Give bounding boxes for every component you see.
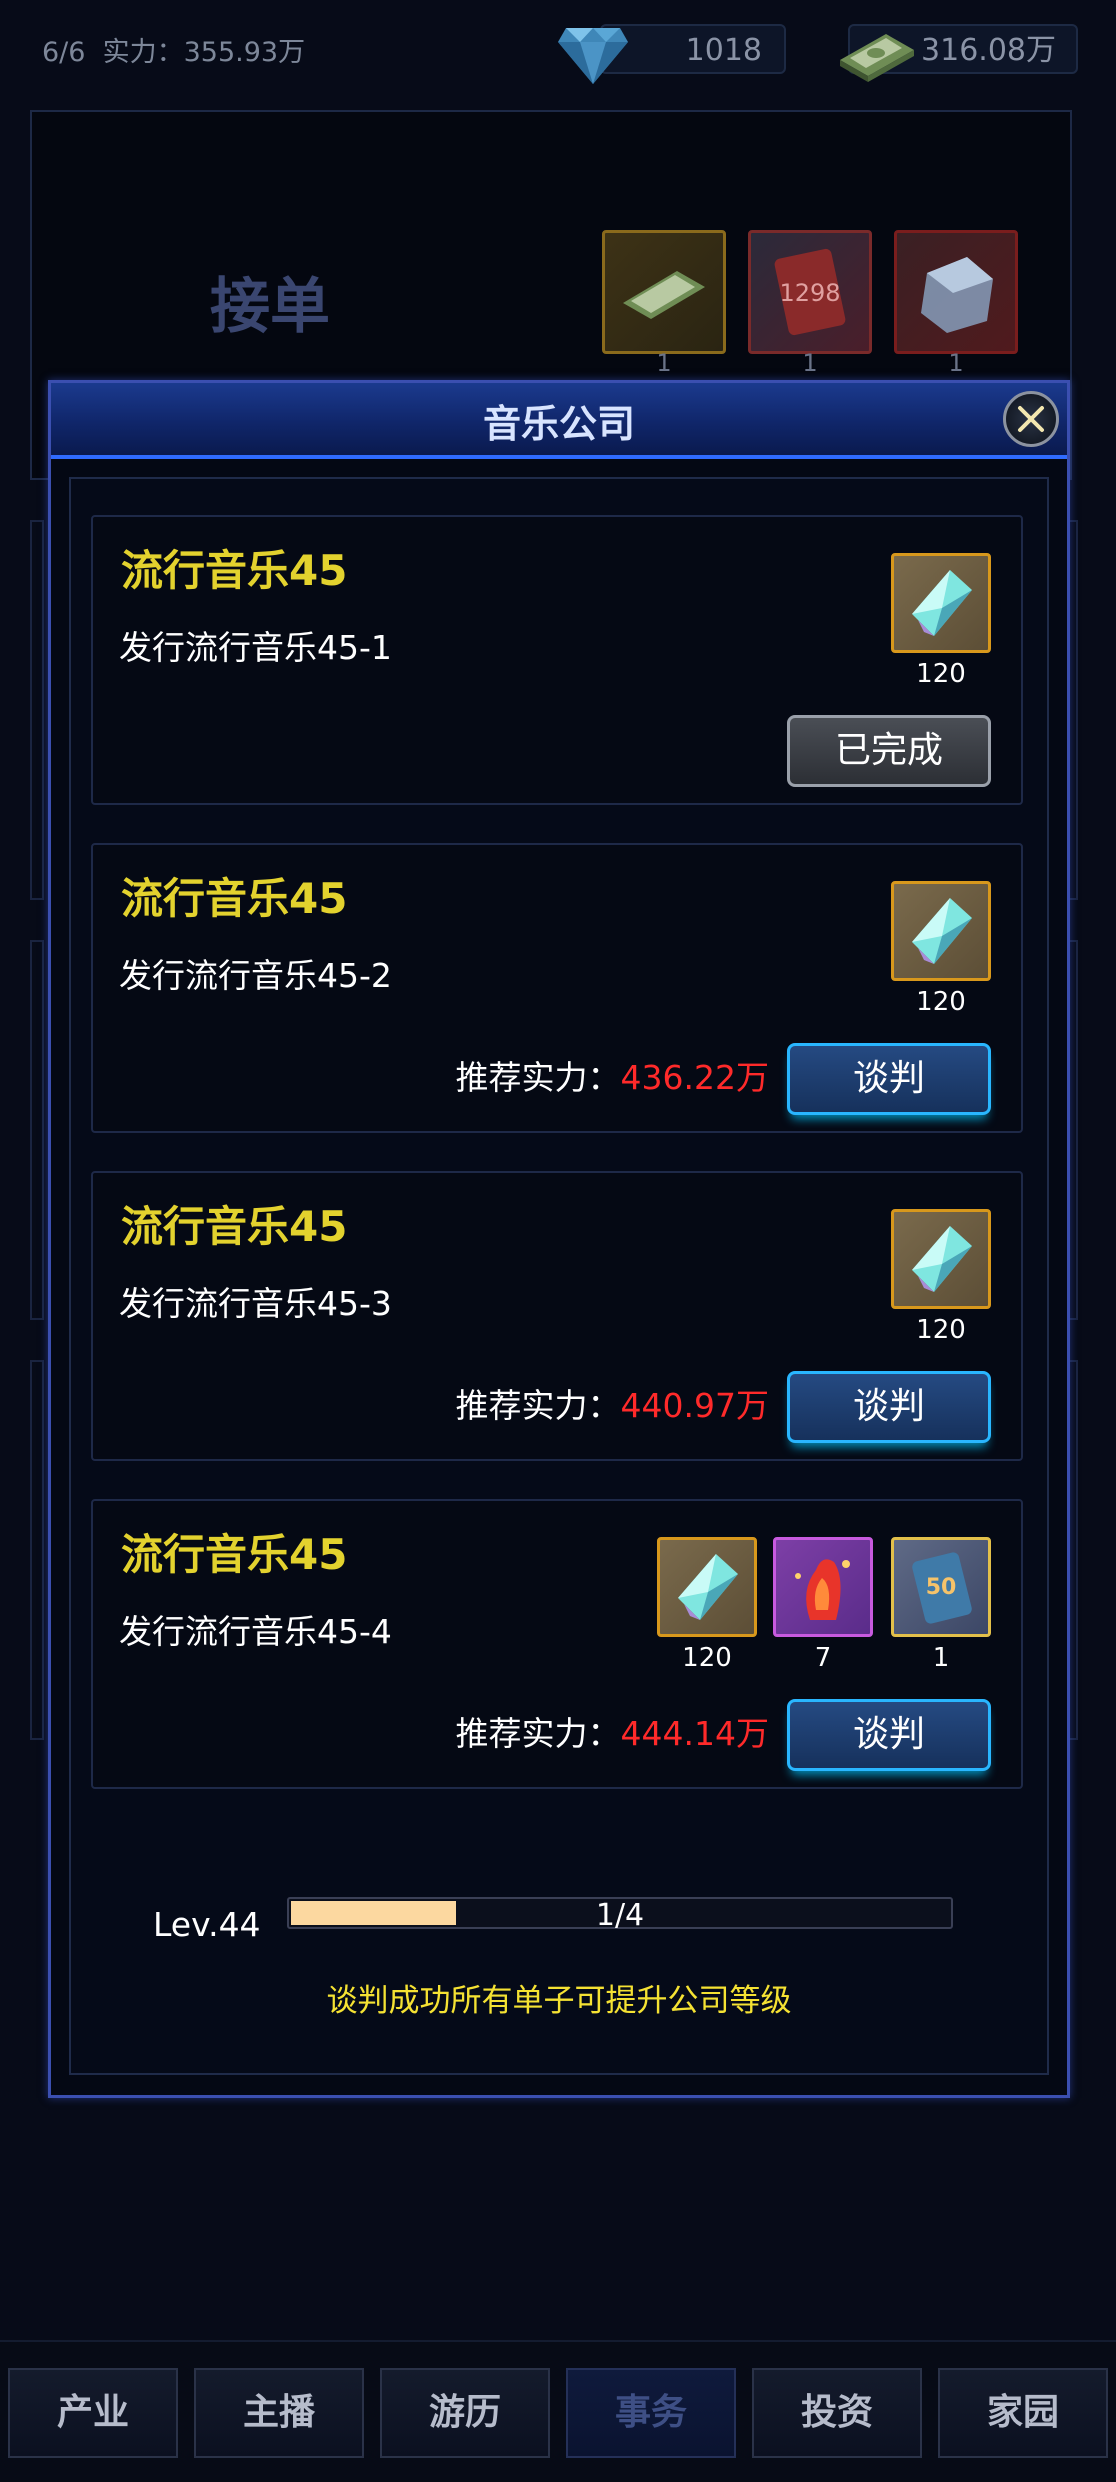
reward-count: 1 xyxy=(932,1643,950,1673)
recommend-power: 推荐实力：444.14万 xyxy=(456,1707,769,1755)
nav-invest[interactable]: 投资 xyxy=(752,2368,922,2458)
reward-count: 120 xyxy=(916,987,966,1017)
reward-count: 7 xyxy=(814,1643,832,1673)
task-card: 流行音乐45 发行流行音乐45-3 120 推荐实力：440.97万 谈判 xyxy=(91,1171,1023,1461)
recommend-label: 推荐实力： xyxy=(455,1714,621,1753)
cash-stack-icon xyxy=(623,271,705,319)
crystal-icon xyxy=(912,898,972,964)
crystal-icon xyxy=(678,1554,738,1620)
task-desc: 发行流行音乐45-1 xyxy=(119,628,392,667)
dialog-title: 音乐公司 xyxy=(482,402,635,446)
nav-streamer[interactable]: 主播 xyxy=(194,2368,364,2458)
reward-crystal[interactable] xyxy=(891,1209,991,1309)
task-list: 流行音乐45 发行流行音乐45-1 120 已完成 流行音乐45 发行流行音乐4… xyxy=(69,477,1049,2075)
recommend-power: 推荐实力：440.97万 xyxy=(456,1379,769,1427)
completed-button[interactable]: 已完成 xyxy=(787,715,991,787)
company-level: Lev.44 xyxy=(153,1905,261,1944)
recommend-value: 436.22万 xyxy=(620,1058,769,1097)
task-name: 流行音乐45 xyxy=(121,546,348,595)
nav-home[interactable]: 家园 xyxy=(938,2368,1108,2458)
bg-reward-cash: 1 xyxy=(602,230,726,377)
reward-count: 120 xyxy=(682,1643,732,1673)
task-name: 流行音乐45 xyxy=(121,874,348,923)
power-value: 355.93万 xyxy=(183,37,306,68)
bg-reward-ice: 1 xyxy=(894,230,1018,377)
task-card: 流行音乐45 发行流行音乐45-4 120 7 50 1 推荐实力：444.14… xyxy=(91,1499,1023,1789)
bg-card-edge xyxy=(30,940,44,1320)
cash-stack-icon xyxy=(840,34,914,82)
power-stat: 6/6 实力：355.93万 xyxy=(42,30,305,69)
ice-cube-icon xyxy=(921,257,993,333)
card-50-label: 50 xyxy=(926,1575,957,1600)
nav-travel[interactable]: 游历 xyxy=(380,2368,550,2458)
task-desc: 发行流行音乐45-3 xyxy=(119,1284,392,1323)
level-hint: 谈判成功所有单子可提升公司等级 xyxy=(326,1983,792,2019)
slot-count: 6/6 xyxy=(42,37,86,68)
bottom-nav: 产业 主播 游历 事务 投资 家园 xyxy=(0,2340,1116,2482)
cash-value: 316.08万 xyxy=(921,33,1056,68)
card-label: 1298 xyxy=(779,279,840,307)
dialog-header: 音乐公司 xyxy=(51,383,1067,459)
bg-reward-count: 1 xyxy=(802,349,818,377)
reward-card-50[interactable]: 50 xyxy=(891,1537,991,1637)
recommend-power: 推荐实力：436.22万 xyxy=(456,1051,769,1099)
crystal-icon xyxy=(912,570,972,636)
recommend-value: 440.97万 xyxy=(620,1386,769,1425)
diamond-icon xyxy=(558,28,628,84)
level-progress-bar: 1/4 xyxy=(287,1897,953,1933)
power-label: 实力： xyxy=(102,37,184,68)
reward-count: 120 xyxy=(916,659,966,689)
task-card: 流行音乐45 发行流行音乐45-2 120 推荐实力：436.22万 谈判 xyxy=(91,843,1023,1133)
negotiate-button[interactable]: 谈判 xyxy=(787,1043,991,1115)
top-bar: 6/6 实力：355.93万 1018 316.08万 xyxy=(0,0,1116,100)
close-icon xyxy=(1018,406,1044,432)
task-name: 流行音乐45 xyxy=(121,1202,348,1251)
recommend-label: 推荐实力： xyxy=(455,1058,621,1097)
recommend-value: 444.14万 xyxy=(620,1714,769,1753)
music-company-dialog: 音乐公司 流行音乐45 发行流行音乐45-1 120 已完成 流行音乐45 发行… xyxy=(48,380,1070,2098)
reward-fire-lantern[interactable] xyxy=(773,1537,873,1637)
task-desc: 发行流行音乐45-4 xyxy=(119,1612,392,1651)
reward-crystal[interactable] xyxy=(891,881,991,981)
negotiate-button[interactable]: 谈判 xyxy=(787,1699,991,1771)
diamond-value: 1018 xyxy=(685,33,762,68)
fire-lantern-icon xyxy=(795,1559,850,1620)
reward-crystal[interactable] xyxy=(891,553,991,653)
bg-reward-count: 1 xyxy=(948,349,964,377)
task-card: 流行音乐45 发行流行音乐45-1 120 已完成 xyxy=(91,515,1023,805)
reward-count: 120 xyxy=(916,1315,966,1345)
nav-affairs[interactable]: 事务 xyxy=(566,2368,736,2458)
card-icon: 1298 xyxy=(774,248,846,336)
recommend-label: 推荐实力： xyxy=(455,1386,621,1425)
task-desc: 发行流行音乐45-2 xyxy=(119,956,392,995)
task-name: 流行音乐45 xyxy=(121,1530,348,1579)
bg-reward-count: 1 xyxy=(656,349,672,377)
level-progress-text: 1/4 xyxy=(595,1898,645,1933)
order-title: 接单 xyxy=(210,272,330,342)
reward-crystal[interactable] xyxy=(657,1537,757,1637)
card-50-icon: 50 xyxy=(912,1552,972,1624)
bg-card-edge xyxy=(30,1360,44,1740)
close-button[interactable] xyxy=(1003,391,1059,447)
negotiate-button[interactable]: 谈判 xyxy=(787,1371,991,1443)
bg-card-edge xyxy=(30,520,44,900)
crystal-icon xyxy=(912,1226,972,1292)
nav-industry[interactable]: 产业 xyxy=(8,2368,178,2458)
bg-reward-card: 1298 1 xyxy=(748,230,872,377)
